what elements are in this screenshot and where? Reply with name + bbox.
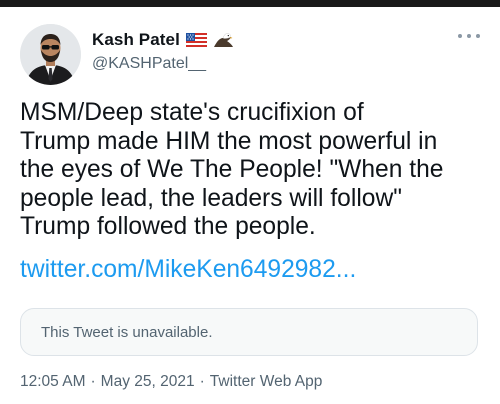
top-bar	[0, 0, 500, 7]
tweet-text: MSM/Deep state's crucifixion of Trump ma…	[20, 99, 444, 241]
user-handle[interactable]: @KASHPatel__	[92, 55, 206, 73]
meta-separator: ·	[199, 373, 205, 390]
more-options-button[interactable]	[458, 29, 480, 43]
tweet-date[interactable]: May 25, 2021	[101, 373, 195, 391]
more-dot-icon	[458, 34, 462, 38]
eagle-icon	[213, 32, 234, 48]
meta-separator: ·	[90, 373, 96, 390]
display-name[interactable]: Kash Patel	[92, 30, 180, 50]
tweet-source[interactable]: Twitter Web App	[210, 373, 323, 391]
quoted-tweet-unavailable: This Tweet is unavailable.	[41, 324, 213, 341]
more-dot-icon	[467, 34, 471, 38]
user-name-row: Kash Patel	[92, 30, 234, 50]
tweet-metadata: 12:05 AM · May 25, 2021 · Twitter Web Ap…	[20, 373, 322, 391]
avatar[interactable]	[20, 24, 81, 85]
tweet-link[interactable]: twitter.com/MikeKen6492982...	[20, 256, 356, 285]
quoted-tweet-box: This Tweet is unavailable.	[20, 308, 478, 356]
tweet-card: Kash Patel @KASHPatel__ MSM/Deep state's…	[0, 7, 500, 404]
more-dot-icon	[476, 34, 480, 38]
us-flag-icon	[185, 32, 207, 48]
tweet-time[interactable]: 12:05 AM	[20, 373, 86, 391]
